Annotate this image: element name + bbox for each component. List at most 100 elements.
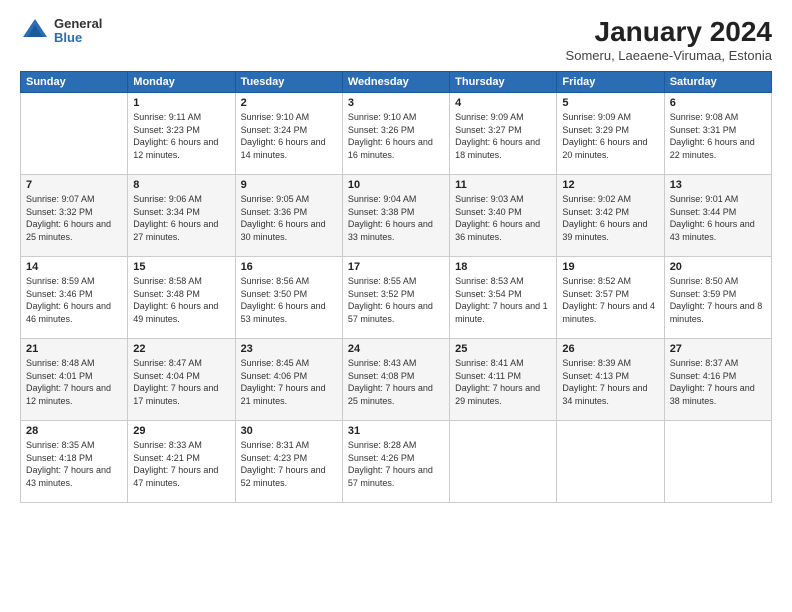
weekday-header-saturday: Saturday (664, 72, 771, 93)
calendar-cell: 31Sunrise: 8:28 AMSunset: 4:26 PMDayligh… (342, 421, 449, 503)
weekday-header-sunday: Sunday (21, 72, 128, 93)
calendar-cell: 1 Sunrise: 9:11 AMSunset: 3:23 PMDaylight… (128, 93, 235, 175)
logo-general-text: General (54, 17, 102, 31)
day-number: 27 (670, 343, 766, 355)
day-info: Sunrise: 8:35 AMSunset: 4:18 PMDaylight:… (26, 439, 122, 489)
calendar-week-4: 28 Sunrise: 8:35 AMSunset: 4:18 PMDayligh… (21, 421, 772, 503)
day-number: 3 (348, 97, 444, 109)
day-info: Sunrise: 8:39 AMSunset: 4:13 PMDaylight:… (562, 357, 658, 407)
calendar-header: SundayMondayTuesdayWednesdayThursdayFrid… (21, 72, 772, 93)
calendar-cell: 27Sunrise: 8:37 AMSunset: 4:16 PMDayligh… (664, 339, 771, 421)
day-number: 30 (241, 425, 337, 437)
calendar-week-1: 7 Sunrise: 9:07 AMSunset: 3:32 PMDaylight… (21, 175, 772, 257)
calendar-cell: 17 Sunrise: 8:55 AMSunset: 3:52 PMDayligh… (342, 257, 449, 339)
day-info: Sunrise: 9:03 AMSunset: 3:40 PMDaylight:… (455, 193, 551, 243)
calendar-cell: 19 Sunrise: 8:52 AMSunset: 3:57 PMDayligh… (557, 257, 664, 339)
calendar-cell: 24Sunrise: 8:43 AMSunset: 4:08 PMDayligh… (342, 339, 449, 421)
calendar-cell: 25Sunrise: 8:41 AMSunset: 4:11 PMDayligh… (450, 339, 557, 421)
calendar-cell: 16 Sunrise: 8:56 AMSunset: 3:50 PMDayligh… (235, 257, 342, 339)
calendar-cell: 7 Sunrise: 9:07 AMSunset: 3:32 PMDaylight… (21, 175, 128, 257)
day-number: 1 (133, 97, 229, 109)
calendar-cell: 5 Sunrise: 9:09 AMSunset: 3:29 PMDaylight… (557, 93, 664, 175)
day-number: 10 (348, 179, 444, 191)
calendar-week-2: 14Sunrise: 8:59 AMSunset: 3:46 PMDayligh… (21, 257, 772, 339)
calendar-cell: 15 Sunrise: 8:58 AMSunset: 3:48 PMDayligh… (128, 257, 235, 339)
calendar-cell: 2Sunrise: 9:10 AMSunset: 3:24 PMDaylight… (235, 93, 342, 175)
day-number: 26 (562, 343, 658, 355)
calendar-cell (21, 93, 128, 175)
day-info: Sunrise: 8:59 AMSunset: 3:46 PMDaylight:… (26, 275, 122, 325)
calendar-cell: 3 Sunrise: 9:10 AMSunset: 3:26 PMDaylight… (342, 93, 449, 175)
day-number: 16 (241, 261, 337, 273)
calendar-cell: 29 Sunrise: 8:33 AMSunset: 4:21 PMDayligh… (128, 421, 235, 503)
day-number: 11 (455, 179, 551, 191)
calendar-table: SundayMondayTuesdayWednesdayThursdayFrid… (20, 71, 772, 503)
day-number: 21 (26, 343, 122, 355)
day-number: 12 (562, 179, 658, 191)
day-info: Sunrise: 9:10 AMSunset: 3:24 PMDaylight:… (241, 111, 337, 161)
day-number: 20 (670, 261, 766, 273)
day-number: 4 (455, 97, 551, 109)
day-info: Sunrise: 9:08 AMSunset: 3:31 PMDaylight:… (670, 111, 766, 161)
day-info: Sunrise: 8:52 AMSunset: 3:57 PMDaylight:… (562, 275, 658, 325)
day-info: Sunrise: 8:58 AMSunset: 3:48 PMDaylight:… (133, 275, 229, 325)
day-number: 17 (348, 261, 444, 273)
day-info: Sunrise: 9:07 AMSunset: 3:32 PMDaylight:… (26, 193, 122, 243)
calendar-cell: 23Sunrise: 8:45 AMSunset: 4:06 PMDayligh… (235, 339, 342, 421)
calendar-cell: 28 Sunrise: 8:35 AMSunset: 4:18 PMDayligh… (21, 421, 128, 503)
day-number: 9 (241, 179, 337, 191)
calendar-cell: 22Sunrise: 8:47 AMSunset: 4:04 PMDayligh… (128, 339, 235, 421)
calendar-cell: 9 Sunrise: 9:05 AMSunset: 3:36 PMDaylight… (235, 175, 342, 257)
day-number: 28 (26, 425, 122, 437)
calendar-cell (664, 421, 771, 503)
weekday-header-monday: Monday (128, 72, 235, 93)
day-info: Sunrise: 9:06 AMSunset: 3:34 PMDaylight:… (133, 193, 229, 243)
calendar-week-0: 1 Sunrise: 9:11 AMSunset: 3:23 PMDaylight… (21, 93, 772, 175)
title-block: January 2024 Someru, Laeaene-Virumaa, Es… (566, 16, 772, 63)
calendar-cell: 8 Sunrise: 9:06 AMSunset: 3:34 PMDaylight… (128, 175, 235, 257)
page: General Blue January 2024 Someru, Laeaen… (0, 0, 792, 612)
day-number: 6 (670, 97, 766, 109)
calendar-cell: 30Sunrise: 8:31 AMSunset: 4:23 PMDayligh… (235, 421, 342, 503)
day-number: 31 (348, 425, 444, 437)
calendar-body: 1 Sunrise: 9:11 AMSunset: 3:23 PMDaylight… (21, 93, 772, 503)
day-number: 24 (348, 343, 444, 355)
day-info: Sunrise: 8:53 AMSunset: 3:54 PMDaylight:… (455, 275, 551, 325)
calendar-cell: 21Sunrise: 8:48 AMSunset: 4:01 PMDayligh… (21, 339, 128, 421)
logo: General Blue (20, 16, 102, 46)
weekday-header-tuesday: Tuesday (235, 72, 342, 93)
calendar-cell: 13Sunrise: 9:01 AMSunset: 3:44 PMDayligh… (664, 175, 771, 257)
header: General Blue January 2024 Someru, Laeaen… (20, 16, 772, 63)
day-info: Sunrise: 9:04 AMSunset: 3:38 PMDaylight:… (348, 193, 444, 243)
day-info: Sunrise: 8:56 AMSunset: 3:50 PMDaylight:… (241, 275, 337, 325)
day-number: 19 (562, 261, 658, 273)
calendar-cell: 18 Sunrise: 8:53 AMSunset: 3:54 PMDayligh… (450, 257, 557, 339)
calendar-cell: 14Sunrise: 8:59 AMSunset: 3:46 PMDayligh… (21, 257, 128, 339)
day-number: 7 (26, 179, 122, 191)
calendar-cell (450, 421, 557, 503)
day-number: 15 (133, 261, 229, 273)
day-info: Sunrise: 9:11 AMSunset: 3:23 PMDaylight:… (133, 111, 229, 161)
calendar-cell: 20Sunrise: 8:50 AMSunset: 3:59 PMDayligh… (664, 257, 771, 339)
day-info: Sunrise: 8:55 AMSunset: 3:52 PMDaylight:… (348, 275, 444, 325)
calendar-cell: 12 Sunrise: 9:02 AMSunset: 3:42 PMDayligh… (557, 175, 664, 257)
day-number: 5 (562, 97, 658, 109)
day-number: 8 (133, 179, 229, 191)
main-title: January 2024 (566, 16, 772, 48)
day-number: 18 (455, 261, 551, 273)
logo-blue-text: Blue (54, 31, 102, 45)
day-info: Sunrise: 9:09 AMSunset: 3:29 PMDaylight:… (562, 111, 658, 161)
weekday-header-row: SundayMondayTuesdayWednesdayThursdayFrid… (21, 72, 772, 93)
calendar-week-3: 21Sunrise: 8:48 AMSunset: 4:01 PMDayligh… (21, 339, 772, 421)
day-number: 29 (133, 425, 229, 437)
calendar-cell (557, 421, 664, 503)
day-number: 13 (670, 179, 766, 191)
day-number: 22 (133, 343, 229, 355)
day-info: Sunrise: 9:10 AMSunset: 3:26 PMDaylight:… (348, 111, 444, 161)
day-info: Sunrise: 9:05 AMSunset: 3:36 PMDaylight:… (241, 193, 337, 243)
day-info: Sunrise: 9:02 AMSunset: 3:42 PMDaylight:… (562, 193, 658, 243)
day-info: Sunrise: 8:41 AMSunset: 4:11 PMDaylight:… (455, 357, 551, 407)
day-info: Sunrise: 8:33 AMSunset: 4:21 PMDaylight:… (133, 439, 229, 489)
weekday-header-wednesday: Wednesday (342, 72, 449, 93)
calendar-cell: 26 Sunrise: 8:39 AMSunset: 4:13 PMDayligh… (557, 339, 664, 421)
